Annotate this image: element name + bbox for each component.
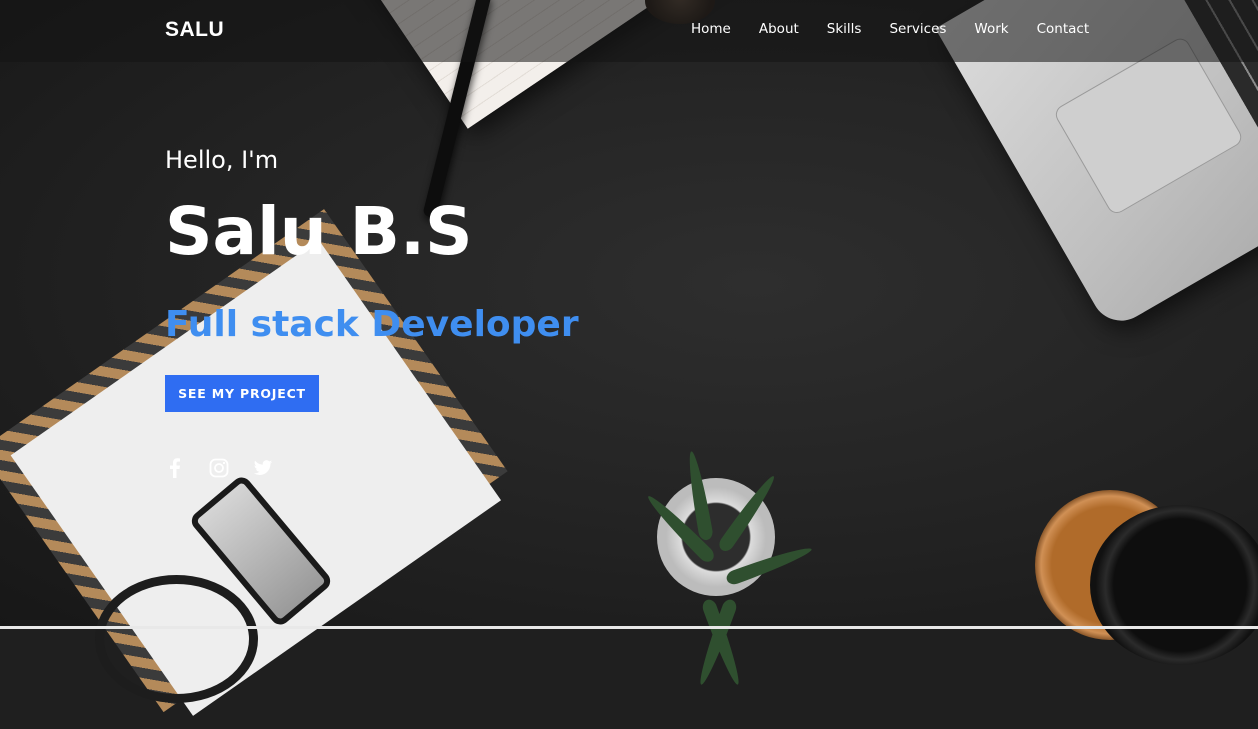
laptop-trackpad xyxy=(1052,35,1245,217)
see-project-button[interactable]: SEE MY PROJECT xyxy=(165,375,319,412)
facebook-icon[interactable] xyxy=(165,458,185,478)
cable-image xyxy=(95,575,258,703)
site-logo[interactable]: SALU xyxy=(165,18,224,42)
nav-home[interactable]: Home xyxy=(691,21,731,37)
twitter-icon[interactable] xyxy=(253,458,273,478)
site-header: SALU Home About Skills Services Work Con… xyxy=(0,0,1258,62)
social-links xyxy=(165,458,273,478)
nav-about[interactable]: About xyxy=(759,21,799,37)
hero-role: Full stack Developer xyxy=(165,304,579,345)
nav-services[interactable]: Services xyxy=(889,21,946,37)
nav-skills[interactable]: Skills xyxy=(827,21,862,37)
main-nav: Home About Skills Services Work Contact xyxy=(691,21,1117,37)
hero-name: Salu B.S xyxy=(165,193,473,270)
nav-work[interactable]: Work xyxy=(974,21,1008,37)
mug-image xyxy=(1090,505,1258,665)
nav-contact[interactable]: Contact xyxy=(1037,21,1090,37)
instagram-icon[interactable] xyxy=(209,458,229,478)
hero-greeting: Hello, I'm xyxy=(165,146,279,174)
